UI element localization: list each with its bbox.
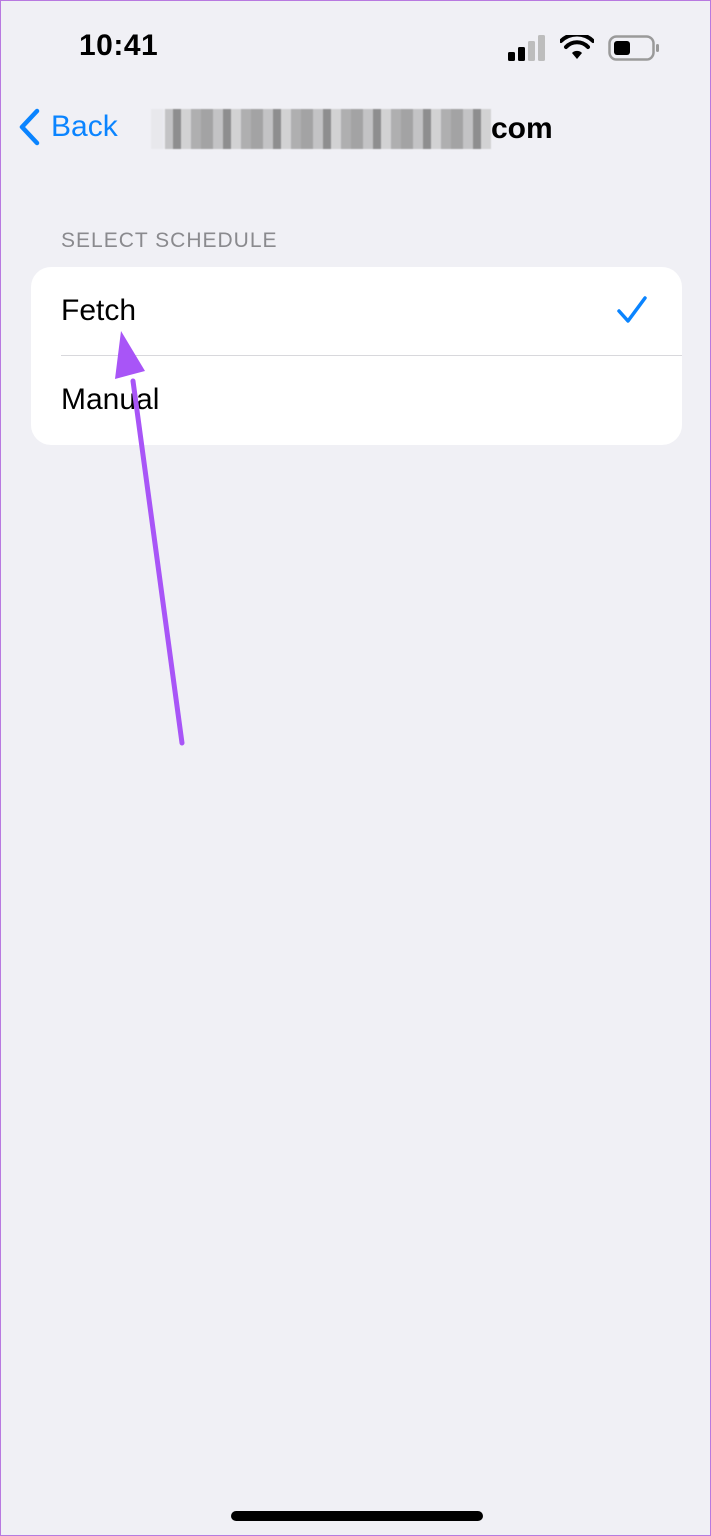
wifi-icon: [560, 35, 594, 59]
option-manual[interactable]: Manual: [31, 356, 682, 444]
signal-icon: [508, 35, 545, 61]
redacted-email-block: [151, 109, 491, 149]
section-header: SELECT SCHEDULE: [61, 229, 278, 252]
chevron-left-icon: [19, 108, 40, 146]
home-indicator: [231, 1511, 483, 1521]
schedule-options-list: Fetch Manual: [31, 267, 682, 445]
option-label: Manual: [61, 383, 160, 416]
option-fetch[interactable]: Fetch: [31, 267, 682, 355]
back-label: Back: [51, 110, 118, 143]
status-icons: [508, 35, 660, 61]
status-bar: 10:41: [1, 1, 710, 101]
checkmark-icon: [617, 296, 647, 323]
status-time: 10:41: [79, 29, 159, 62]
screen: 10:41 Back com SELECT SCHEDULE Fetch Man…: [0, 0, 711, 1536]
nav-bar: Back com: [1, 101, 710, 161]
nav-title: com: [151, 107, 553, 151]
battery-icon: [608, 35, 659, 61]
option-label: Fetch: [61, 294, 137, 327]
back-button[interactable]: Back: [17, 107, 118, 147]
nav-title-suffix: com: [491, 112, 553, 145]
